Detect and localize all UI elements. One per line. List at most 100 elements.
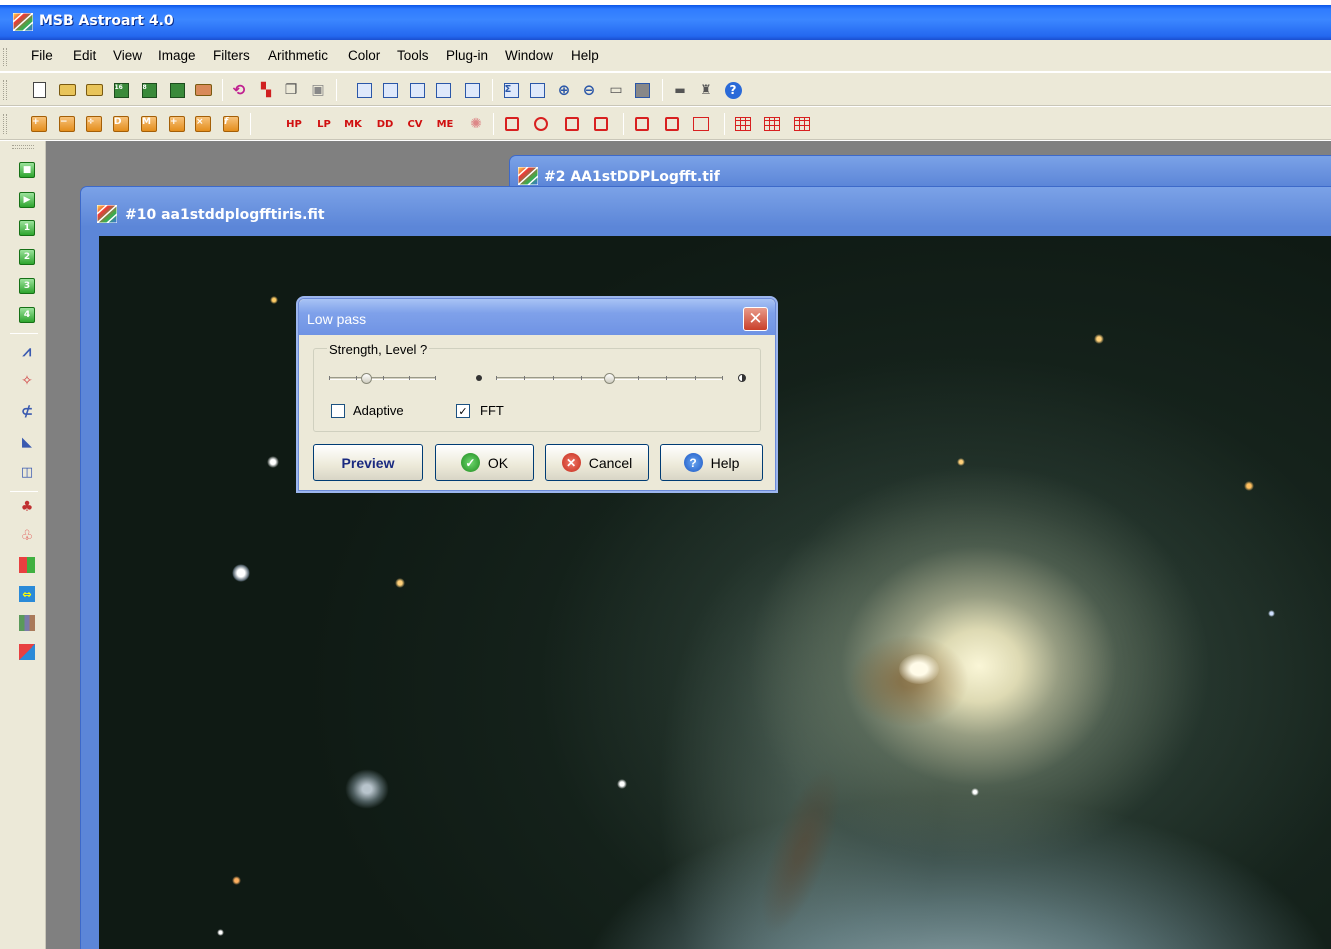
align-icon[interactable] [663,115,681,133]
strength-slider[interactable] [329,371,436,385]
tile-horizontal-icon[interactable] [734,115,752,133]
menu-plugin[interactable]: Plug-in [446,48,488,63]
menu-image[interactable]: Image [158,48,196,63]
menu-arithmetic[interactable]: Arithmetic [268,48,328,63]
script-1-button[interactable]: 1 [19,220,35,236]
script-3-button[interactable]: 3 [19,278,35,294]
save-icon[interactable] [168,81,186,99]
unsharp-mask-button[interactable]: MK [342,115,364,133]
centroid-icon[interactable]: ⊄ [19,402,35,420]
ok-button[interactable]: ✓ OK [435,444,534,481]
profile-icon[interactable] [408,81,426,99]
zoom-out-icon[interactable]: ⊖ [580,81,598,99]
menu-view[interactable]: View [113,48,142,63]
play-icon[interactable]: ▶ [19,192,35,208]
flip-icon[interactable] [563,115,581,133]
copy-icon[interactable]: ❐ [282,81,300,99]
stop-icon[interactable]: ■ [19,162,35,178]
histogram-icon[interactable] [381,81,399,99]
help-button[interactable]: ? Help [660,444,763,481]
slider-thumb[interactable] [604,373,615,384]
graph-icon[interactable]: ⩘ [19,342,35,360]
star [617,779,627,789]
tile-table-icon[interactable] [793,115,811,133]
color-combine-icon[interactable] [19,644,35,660]
help-icon[interactable]: ? [724,81,742,99]
ddp-button[interactable]: DD [374,115,396,133]
maximum-entropy-button[interactable]: ME [434,115,456,133]
save-8bit-icon[interactable]: 8 [140,81,158,99]
paste-icon[interactable]: ▣ [309,81,327,99]
help-icon: ? [683,453,703,472]
zoom-in-icon[interactable]: ⊕ [555,81,573,99]
script-4-button[interactable]: 4 [19,307,35,323]
toolbar1-grip[interactable] [3,80,7,100]
median-icon[interactable]: M [140,115,158,133]
open-icon[interactable] [58,81,76,99]
tile-grid-icon[interactable] [763,115,781,133]
menu-help[interactable]: Help [571,48,599,63]
rgb-color-icon[interactable]: ♣ [19,499,35,515]
plot-icon[interactable]: ◣ [19,434,35,450]
preview-button[interactable]: Preview [313,444,423,481]
subtract-icon[interactable]: − [58,115,76,133]
script-2-button[interactable]: 2 [19,249,35,265]
menu-color[interactable]: Color [348,48,380,63]
add-constant-icon[interactable]: + [168,115,186,133]
star-marker-icon[interactable]: ✧ [19,373,35,389]
adaptive-checkbox[interactable] [331,404,345,418]
galaxy [345,769,389,809]
star-removal-icon[interactable]: ✺ [467,115,485,133]
lefttoolbar-grip[interactable] [12,145,34,149]
multiply-icon[interactable]: × [194,115,212,133]
observatory-icon[interactable]: ♜ [697,81,715,99]
split-icon[interactable] [692,115,710,133]
rotate-icon[interactable] [532,115,550,133]
menu-tools[interactable]: Tools [397,48,429,63]
histogram-color-icon[interactable] [19,615,35,631]
chart-icon[interactable]: ◫ [19,464,35,480]
menu-edit[interactable]: Edit [73,48,96,63]
color-swap-icon[interactable]: ⇔ [19,586,35,602]
resize-icon[interactable] [592,115,610,133]
save-16bit-icon[interactable]: 16 [112,81,130,99]
color-balance-icon[interactable]: ♧ [19,528,35,544]
toolbar2-grip[interactable] [3,114,7,134]
browse-folder-icon[interactable] [194,81,212,99]
convolution-button[interactable]: CV [404,115,426,133]
function-icon[interactable]: f [222,115,240,133]
close-icon[interactable]: ✕ [743,307,768,331]
slider-track [329,376,436,380]
zoom-window-icon[interactable] [355,81,373,99]
low-pass-button[interactable]: LP [313,115,335,133]
open-multiple-icon[interactable] [85,81,103,99]
level-slider[interactable] [496,371,723,385]
menubar-grip[interactable] [3,48,7,66]
grid-icon[interactable]: ▚ [257,81,275,99]
blink-icon[interactable] [528,81,546,99]
dialog-titlebar[interactable]: Low pass ✕ [299,299,775,335]
dark-icon[interactable]: D [112,115,130,133]
toolbar-separator [10,491,38,492]
slider-thumb[interactable] [361,373,372,384]
photometry-icon[interactable] [434,81,452,99]
color-channels-icon[interactable] [19,557,35,573]
cancel-button[interactable]: ✕ Cancel [545,444,649,481]
add-icon[interactable]: + [30,115,48,133]
refresh-icon[interactable]: ⟲ [230,81,248,99]
menu-file[interactable]: File [31,48,53,63]
star [270,296,278,304]
high-pass-button[interactable]: HP [283,115,305,133]
info-window-icon[interactable] [463,81,481,99]
sum-icon[interactable]: Σ [502,81,520,99]
monitor-icon[interactable]: ▭ [607,81,625,99]
crop-icon[interactable] [503,115,521,133]
menu-window[interactable]: Window [505,48,553,63]
telescope-icon[interactable]: ▬ [671,81,689,99]
menu-filters[interactable]: Filters [213,48,250,63]
fullscreen-icon[interactable] [633,81,651,99]
fft-checkbox[interactable]: ✓ [456,404,470,418]
mosaic-icon[interactable] [633,115,651,133]
divide-icon[interactable]: ÷ [85,115,103,133]
new-icon[interactable] [30,81,48,99]
